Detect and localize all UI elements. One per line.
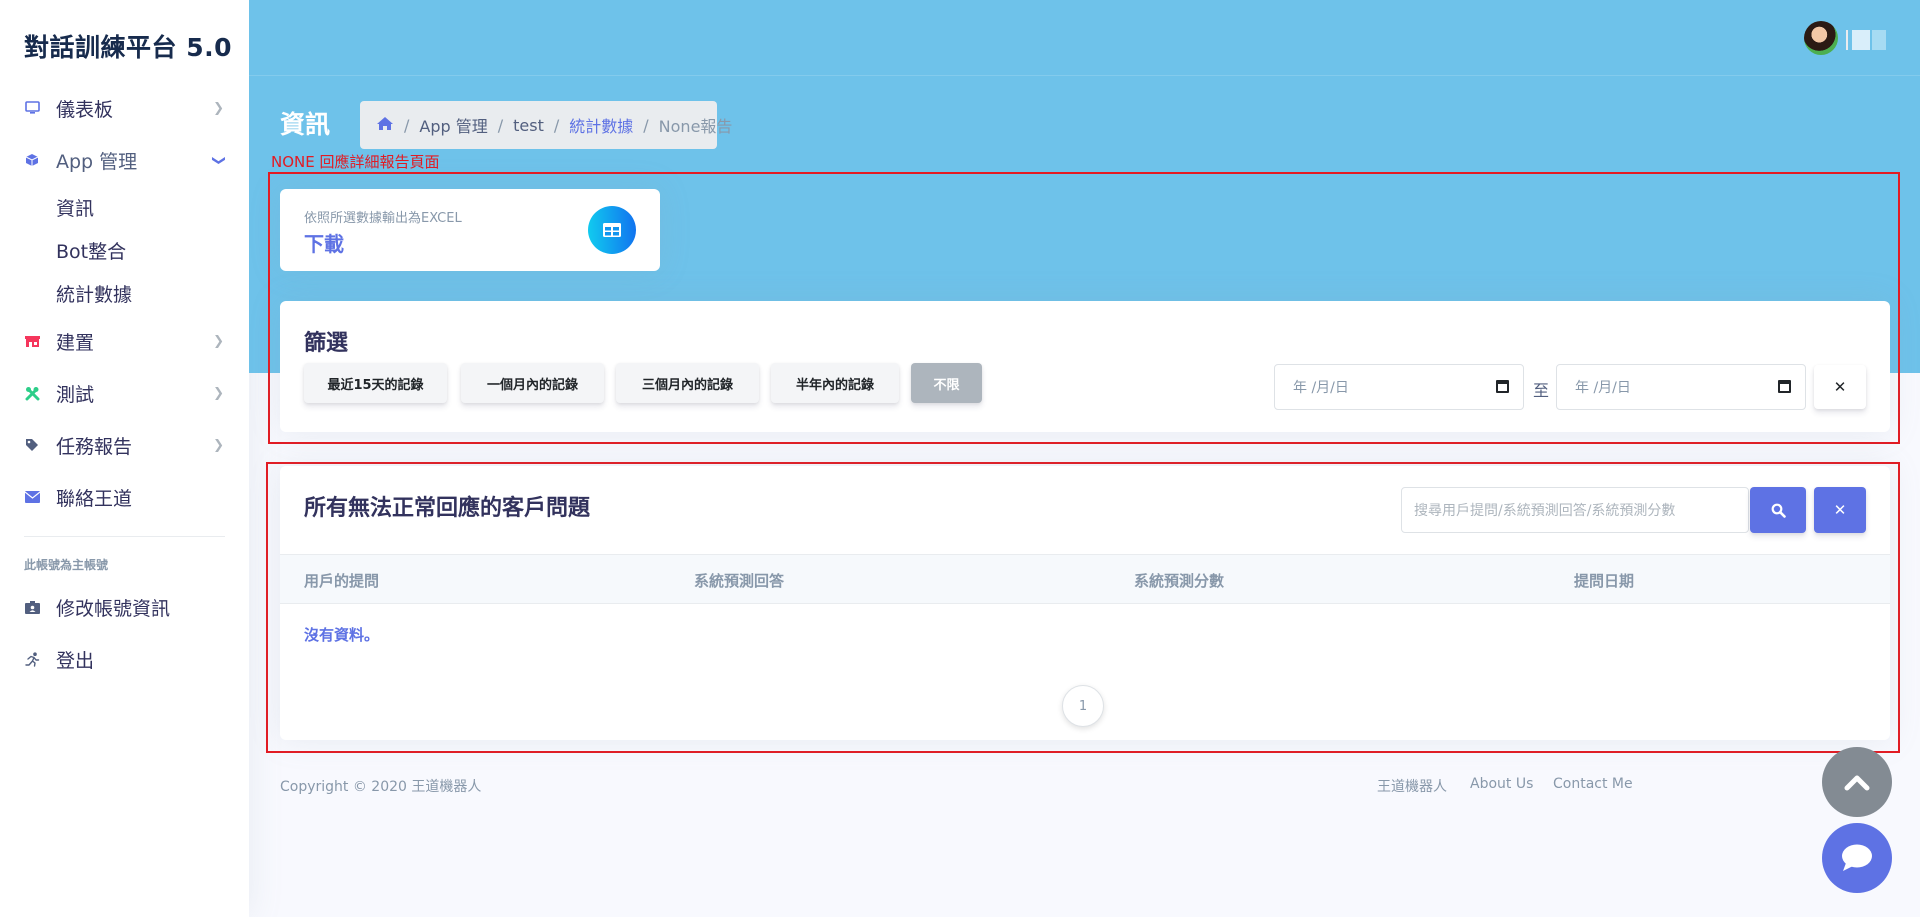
table-icon[interactable] <box>588 206 636 254</box>
sidebar-item-label: App 管理 <box>56 150 138 173</box>
app-management-submenu: 資訊 Bot整合 統計數據 <box>0 186 249 315</box>
chevron-right-icon: ❯ <box>213 386 224 401</box>
chevron-right-icon: ❯ <box>213 101 224 116</box>
sidebar: 對話訓練平台 5.0 儀表板 ❯ App 管理 ❯ 資訊 Bot整合 統計數據 … <box>0 0 249 917</box>
breadcrumb-item-current: None報告 <box>658 117 733 136</box>
sidebar-item-label: 聯絡王道 <box>56 487 133 510</box>
column-header-user-question[interactable]: 用戶的提問 <box>304 570 379 591</box>
breadcrumb-item-statistics[interactable]: 統計數據 <box>569 113 633 137</box>
column-header-predicted-score[interactable]: 系統預測分數 <box>1134 570 1224 591</box>
footer-copyright: Copyright © 2020 王道機器人 <box>280 779 482 795</box>
breadcrumb-item-test[interactable]: test <box>513 116 544 135</box>
export-card: 依照所選數據輸出為EXCEL 下載 <box>280 189 660 271</box>
running-icon <box>24 651 40 667</box>
date-to-input[interactable]: 年 /月/日 <box>1556 364 1806 410</box>
home-icon[interactable] <box>376 116 394 135</box>
envelope-icon <box>24 489 40 505</box>
page-title: 資訊 <box>280 110 331 139</box>
search-input[interactable]: 搜尋用戶提問/系統預測回答/系統預測分數 <box>1401 487 1749 533</box>
monitor-icon <box>24 100 40 116</box>
chevron-up-icon <box>1844 775 1870 791</box>
footer-link-company[interactable]: 王道機器人 <box>1377 776 1447 796</box>
filter-last-month-button[interactable]: 一個月內的記錄 <box>461 363 604 403</box>
sidebar-item-edit-account[interactable]: 修改帳號資訊 <box>0 581 249 633</box>
date-range-separator: 至 <box>1533 381 1550 400</box>
chevron-down-icon: ❯ <box>211 155 227 166</box>
filter-last-3-months-button[interactable]: 三個月內的記錄 <box>616 363 759 403</box>
date-from-input[interactable]: 年 /月/日 <box>1274 364 1524 410</box>
sidebar-nav: 儀表板 ❯ App 管理 ❯ 資訊 Bot整合 統計數據 建置 ❯ 測試 ❯ 任… <box>0 82 249 523</box>
filter-title: 篩選 <box>304 331 349 356</box>
export-card-subtitle: 依照所選數據輸出為EXCEL <box>304 211 462 226</box>
breadcrumb-separator: / <box>553 115 560 135</box>
calendar-icon[interactable] <box>1778 380 1791 393</box>
sidebar-item-label: 任務報告 <box>56 435 133 458</box>
submenu-item-bot-integration[interactable]: Bot整合 <box>0 229 249 272</box>
chat-bubble-icon <box>1842 844 1872 871</box>
sidebar-account-nav: 修改帳號資訊 登出 <box>0 581 249 685</box>
breadcrumb-separator: / <box>497 115 504 135</box>
sidebar-item-task-report[interactable]: 任務報告 ❯ <box>0 419 249 471</box>
user-name-label[interactable] <box>1846 30 1886 50</box>
breadcrumb-item-app-management[interactable]: App 管理 <box>419 113 487 137</box>
filter-last-15-days-button[interactable]: 最近15天的記錄 <box>304 363 447 403</box>
footer-link-contact[interactable]: Contact Me <box>1553 776 1633 792</box>
sidebar-item-label: 建置 <box>56 331 95 354</box>
clear-search-button[interactable]: ✕ <box>1814 487 1866 533</box>
sidebar-item-label: 修改帳號資訊 <box>56 597 171 620</box>
breadcrumb-separator: / <box>643 115 649 135</box>
tag-icon <box>24 437 40 453</box>
table-card: 所有無法正常回應的客戶問題 搜尋用戶提問/系統預測回答/系統預測分數 ✕ 用戶的… <box>280 466 1890 740</box>
pagination-page-button[interactable]: 1 <box>1062 685 1104 727</box>
calendar-icon[interactable] <box>1496 380 1509 393</box>
search-icon <box>1771 503 1786 518</box>
sidebar-section-heading: 此帳號為主帳號 <box>24 558 109 572</box>
search-button[interactable] <box>1750 487 1806 533</box>
sidebar-item-logout[interactable]: 登出 <box>0 633 249 685</box>
sidebar-item-label: 儀表板 <box>56 98 114 121</box>
filter-card: 篩選 最近15天的記錄 一個月內的記錄 三個月內的記錄 半年內的記錄 不限 年 … <box>280 301 1890 432</box>
column-header-question-date[interactable]: 提問日期 <box>1574 570 1634 591</box>
annotation-label: NONE 回應詳細報告頁面 <box>271 153 440 171</box>
cube-icon <box>24 152 40 168</box>
user-avatar[interactable] <box>1804 21 1838 55</box>
sidebar-divider <box>24 536 225 537</box>
table-header: 用戶的提問 系統預測回答 系統預測分數 提問日期 <box>280 554 1890 604</box>
breadcrumb: / App 管理 / test / 統計數據 / None報告 <box>360 101 732 149</box>
sidebar-item-label: 測試 <box>56 383 95 406</box>
sidebar-item-build[interactable]: 建置 ❯ <box>0 315 249 367</box>
sidebar-item-app-management[interactable]: App 管理 ❯ <box>0 134 249 186</box>
breadcrumb-separator: / <box>404 115 410 135</box>
chevron-right-icon: ❯ <box>213 438 224 453</box>
empty-table-message: 沒有資料。 <box>304 626 380 644</box>
date-to-placeholder: 年 /月/日 <box>1575 380 1631 396</box>
shop-icon <box>24 333 40 349</box>
sidebar-item-test[interactable]: 測試 ❯ <box>0 367 249 419</box>
topbar-divider <box>249 75 1920 76</box>
filter-last-6-months-button[interactable]: 半年內的記錄 <box>771 363 899 403</box>
download-link[interactable]: 下載 <box>304 228 344 257</box>
chevron-right-icon: ❯ <box>213 334 224 349</box>
column-header-predicted-answer[interactable]: 系統預測回答 <box>694 570 784 591</box>
clear-date-button[interactable]: ✕ <box>1814 365 1866 409</box>
table-title: 所有無法正常回應的客戶問題 <box>304 496 591 521</box>
sidebar-item-dashboard[interactable]: 儀表板 ❯ <box>0 82 249 134</box>
footer-link-about[interactable]: About Us <box>1470 776 1533 792</box>
filter-unlimited-button[interactable]: 不限 <box>911 363 982 403</box>
tools-icon <box>24 385 40 401</box>
submenu-item-statistics[interactable]: 統計數據 <box>0 272 249 315</box>
id-card-icon <box>24 599 40 615</box>
brand-logo[interactable]: 對話訓練平台 5.0 <box>24 28 232 64</box>
scroll-to-top-button[interactable] <box>1822 747 1892 817</box>
date-from-placeholder: 年 /月/日 <box>1293 380 1349 396</box>
submenu-item-info[interactable]: 資訊 <box>0 186 249 229</box>
chat-button[interactable] <box>1822 823 1892 893</box>
sidebar-item-label: 登出 <box>56 649 95 672</box>
sidebar-item-contact[interactable]: 聯絡王道 <box>0 471 249 523</box>
